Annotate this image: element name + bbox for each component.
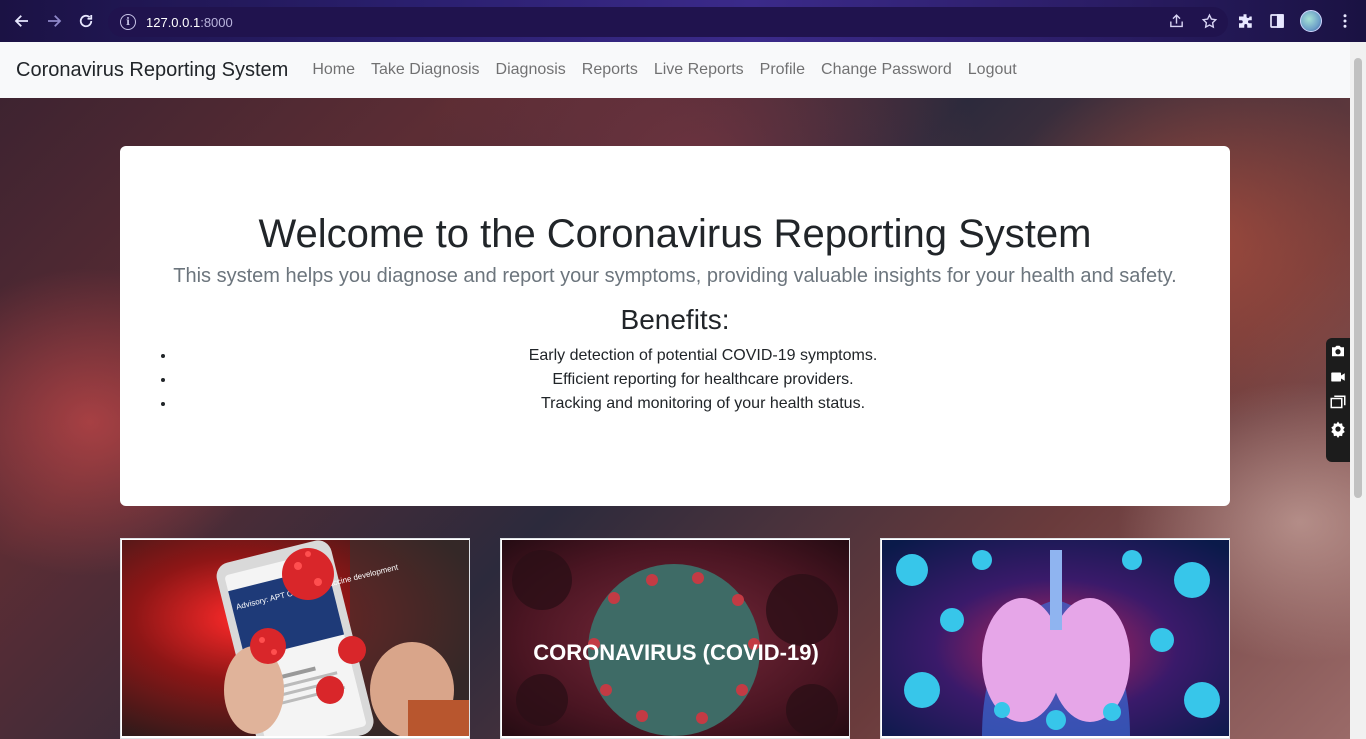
nav-link-home[interactable]: Home bbox=[304, 61, 363, 79]
covid-caption: CORONAVIRUS (COVID-19) bbox=[533, 640, 819, 665]
nav-link-profile[interactable]: Profile bbox=[752, 61, 813, 79]
info-icon[interactable]: i bbox=[120, 14, 136, 30]
nav-link-diagnosis[interactable]: Diagnosis bbox=[488, 61, 574, 79]
gear-icon[interactable] bbox=[1329, 420, 1347, 438]
url-port: :8000 bbox=[200, 14, 233, 30]
benefit-item: Tracking and monitoring of your health s… bbox=[176, 392, 1230, 416]
welcome-lead: This system helps you diagnose and repor… bbox=[173, 265, 1177, 287]
image-card-covid: CORONAVIRUS (COVID-19) bbox=[500, 538, 850, 739]
navbar-brand[interactable]: Coronavirus Reporting System bbox=[16, 59, 288, 82]
welcome-card: Welcome to the Coronavirus Reporting Sys… bbox=[120, 146, 1230, 506]
benefits-list: Early detection of potential COVID-19 sy… bbox=[120, 344, 1230, 416]
reload-icon[interactable] bbox=[70, 5, 102, 37]
address-bar[interactable]: i 127.0.0.1:8000 bbox=[108, 7, 1228, 37]
scrollbar-thumb[interactable] bbox=[1354, 58, 1362, 498]
url-host: 127.0.0.1 bbox=[146, 14, 201, 30]
video-icon[interactable] bbox=[1329, 368, 1347, 386]
star-icon[interactable] bbox=[1201, 13, 1218, 30]
sidepanel-icon[interactable] bbox=[1268, 12, 1286, 30]
covid-virus-image: CORONAVIRUS (COVID-19) bbox=[502, 540, 849, 736]
page-scrollbar[interactable] bbox=[1350, 42, 1366, 739]
nav-links: Home Take Diagnosis Diagnosis Reports Li… bbox=[304, 61, 1024, 79]
page-background: Coronavirus Reporting System Home Take D… bbox=[0, 42, 1350, 739]
browser-toolbar: i 127.0.0.1:8000 bbox=[0, 0, 1366, 42]
benefit-item: Efficient reporting for healthcare provi… bbox=[176, 368, 1230, 392]
camera-icon[interactable] bbox=[1329, 342, 1347, 360]
menu-icon[interactable] bbox=[1336, 12, 1354, 30]
nav-link-reports[interactable]: Reports bbox=[574, 61, 646, 79]
image-card-lungs bbox=[880, 538, 1230, 739]
nav-link-take-diagnosis[interactable]: Take Diagnosis bbox=[363, 61, 488, 79]
lungs-virus-image bbox=[882, 540, 1229, 736]
forward-icon[interactable] bbox=[38, 5, 70, 37]
nav-link-live-reports[interactable]: Live Reports bbox=[646, 61, 752, 79]
nav-link-change-password[interactable]: Change Password bbox=[813, 61, 960, 79]
extensions-icon[interactable] bbox=[1236, 12, 1254, 30]
share-icon[interactable] bbox=[1168, 13, 1185, 30]
welcome-title: Welcome to the Coronavirus Reporting Sys… bbox=[258, 212, 1092, 256]
window-icon[interactable] bbox=[1329, 394, 1347, 412]
phone-virus-image: Advisory: APT COVID-19 vaccine developme… bbox=[122, 540, 469, 736]
benefits-heading: Benefits: bbox=[620, 304, 730, 335]
back-icon[interactable] bbox=[6, 5, 38, 37]
image-card-phone: Advisory: APT COVID-19 vaccine developme… bbox=[120, 538, 470, 739]
side-toolbar bbox=[1326, 338, 1350, 462]
nav-link-logout[interactable]: Logout bbox=[960, 61, 1025, 79]
navbar: Coronavirus Reporting System Home Take D… bbox=[0, 42, 1350, 98]
url-text: 127.0.0.1:8000 bbox=[146, 15, 233, 30]
benefit-item: Early detection of potential COVID-19 sy… bbox=[176, 344, 1230, 368]
profile-avatar[interactable] bbox=[1300, 10, 1322, 32]
